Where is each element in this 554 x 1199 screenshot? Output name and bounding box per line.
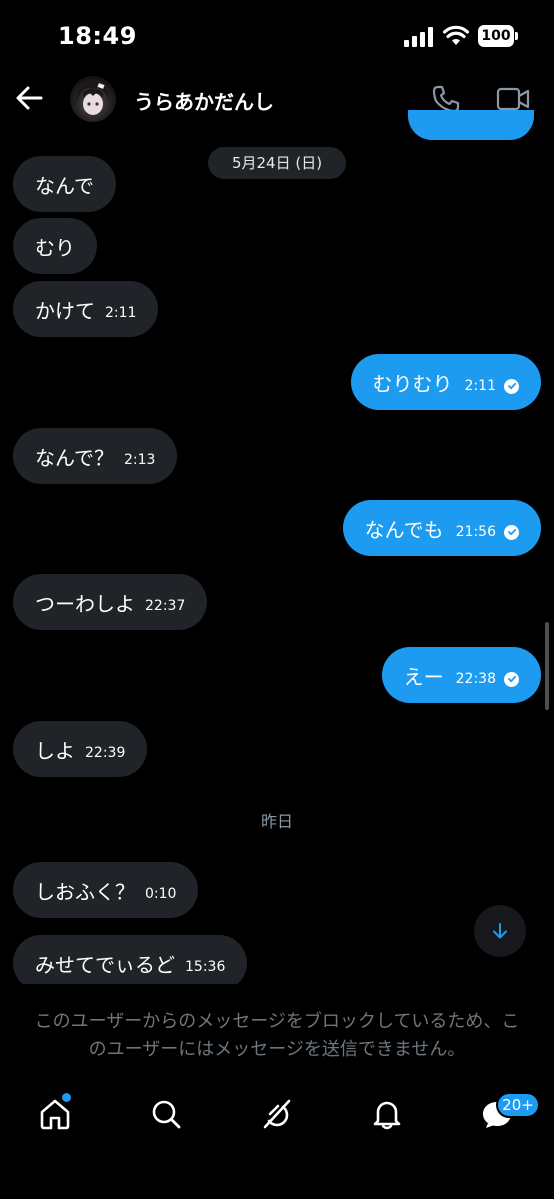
message-text: えー: [403, 664, 444, 689]
message-text: なんでも: [364, 517, 444, 542]
message-time: 22:39: [85, 745, 126, 761]
incoming-message[interactable]: しよ 22:39: [13, 721, 148, 777]
arrow-down-icon: [493, 923, 507, 939]
message-time: 15:36: [185, 959, 226, 975]
bell-icon[interactable]: [370, 1097, 404, 1131]
video-camera-icon[interactable]: [496, 85, 530, 113]
message-time: 2:11: [105, 305, 137, 321]
battery-cap: [515, 32, 518, 40]
scrollbar[interactable]: [545, 622, 549, 710]
read-check-icon: [504, 524, 519, 540]
outgoing-message[interactable]: えー 22:38: [381, 647, 541, 703]
message-time: 2:11: [464, 378, 496, 394]
incoming-message[interactable]: かけて 2:11: [13, 281, 159, 337]
messages-count-badge: 20+: [496, 1092, 540, 1118]
message-text: みせてでぃるど: [35, 952, 175, 977]
read-check-icon: [504, 671, 519, 687]
incoming-message[interactable]: なんで？ 2:13: [13, 428, 178, 484]
message-time: 21:56: [455, 524, 496, 540]
incoming-message[interactable]: みせてでぃるど 15:36: [13, 935, 248, 991]
message-time: 22:37: [145, 598, 186, 614]
message-text: むり: [35, 235, 75, 260]
message-text: つーわしよ: [35, 591, 135, 616]
message-text: しおふく？: [35, 879, 135, 904]
grok-icon[interactable]: [259, 1097, 293, 1131]
message-text: むりむり: [372, 371, 453, 396]
arrow-left-icon[interactable]: [14, 84, 44, 112]
home-icon[interactable]: [38, 1097, 72, 1131]
read-check-icon: [504, 378, 519, 394]
status-time: 18:49: [58, 22, 137, 50]
home-notification-dot: [62, 1093, 71, 1102]
avatar[interactable]: [70, 76, 116, 122]
blocked-user-notice: このユーザーからのメッセージをブロックしているため、このユーザーにはメッセージを…: [34, 1011, 520, 1060]
incoming-message[interactable]: なんで: [13, 156, 116, 212]
incoming-message[interactable]: つーわしよ 22:37: [13, 574, 208, 630]
message-text: なんで？: [35, 445, 114, 470]
incoming-message[interactable]: しおふく？ 0:10: [13, 862, 199, 918]
partial-outgoing-bubble: [408, 110, 534, 140]
message-text: なんで: [35, 173, 94, 198]
battery-indicator: 100: [478, 25, 518, 47]
contact-name[interactable]: うらあかだんし: [134, 86, 274, 115]
scroll-to-bottom-button[interactable]: [474, 905, 526, 957]
date-separator-yesterday: 昨日: [260, 812, 293, 831]
signal-icon: [404, 27, 433, 47]
message-text: しよ: [35, 738, 75, 763]
outgoing-message[interactable]: むりむり 2:11: [350, 354, 541, 410]
message-time: 2:13: [124, 452, 156, 468]
message-time: 22:38: [455, 671, 496, 687]
battery-level: 100: [478, 25, 514, 47]
wifi-icon: [443, 25, 469, 45]
search-icon[interactable]: [149, 1097, 183, 1131]
message-time: 0:10: [145, 886, 177, 902]
date-separator: 5月24日 (日): [208, 147, 346, 179]
avatar-image: [76, 81, 110, 115]
message-text: かけて: [35, 298, 95, 323]
incoming-message[interactable]: むり: [13, 218, 97, 274]
outgoing-message[interactable]: なんでも 21:56: [342, 500, 541, 556]
